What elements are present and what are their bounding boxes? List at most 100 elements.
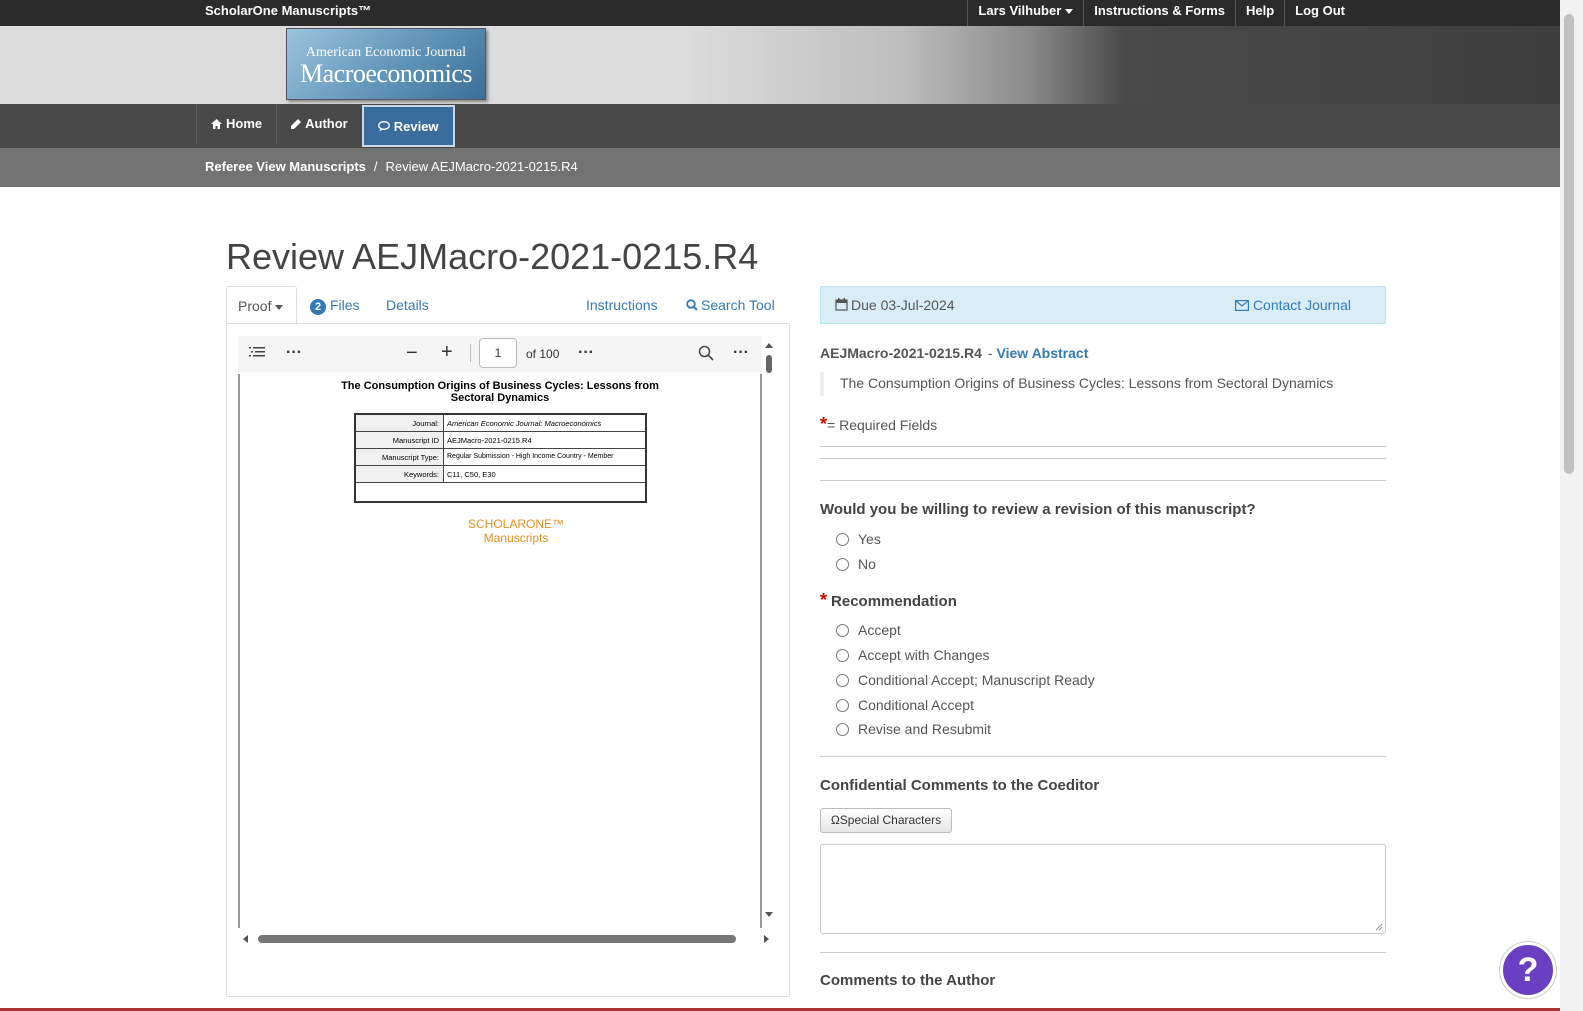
outline-icon[interactable] bbox=[249, 345, 265, 362]
dash-separator: - bbox=[987, 345, 993, 361]
help-chat-button[interactable]: ? bbox=[1500, 942, 1556, 998]
special-characters-button[interactable]: ΩSpecial Characters bbox=[820, 808, 952, 833]
instructions-link[interactable]: Instructions bbox=[586, 297, 658, 313]
calendar-icon bbox=[835, 298, 848, 311]
divider bbox=[820, 756, 1386, 757]
table-value: C11, C50, E30 bbox=[447, 470, 496, 479]
radio-label: Conditional Accept bbox=[858, 697, 974, 713]
radio-label: Yes bbox=[858, 531, 881, 547]
toolbar-divider bbox=[470, 344, 471, 362]
radio-revise-resubmit[interactable]: Revise and Resubmit bbox=[836, 721, 991, 737]
page-scrollbar[interactable] bbox=[1560, 0, 1583, 1011]
tab-files-label: Files bbox=[330, 297, 360, 313]
recommendation-question: * Recommendation bbox=[820, 590, 957, 611]
nav-home[interactable]: Home bbox=[196, 104, 276, 144]
user-menu[interactable]: Lars Vilhuber bbox=[967, 0, 1083, 26]
due-date: Due 03-Jul-2024 bbox=[835, 297, 955, 313]
instructions-forms-link[interactable]: Instructions & Forms bbox=[1083, 0, 1235, 26]
radio-label: Accept with Changes bbox=[858, 647, 990, 663]
document-title: The Consumption Origins of Business Cycl… bbox=[240, 380, 760, 404]
radio-label: Accept bbox=[858, 622, 901, 638]
page-scrollbar-thumb[interactable] bbox=[1564, 14, 1574, 474]
radio-label: Conditional Accept; Manuscript Ready bbox=[858, 672, 1095, 688]
radio-button[interactable] bbox=[836, 557, 849, 571]
chevron-down-icon bbox=[1065, 9, 1074, 15]
home-icon bbox=[211, 119, 222, 129]
brand-name: ScholarOne Manuscripts™ bbox=[205, 3, 372, 18]
pdf-horizontal-scrollbar[interactable] bbox=[238, 932, 776, 946]
search-tool-label: Search Tool bbox=[701, 297, 775, 313]
table-value: American Economic Journal: Macroeconomic… bbox=[447, 419, 602, 428]
nav-author-label: Author bbox=[305, 116, 348, 131]
pencil-icon bbox=[291, 119, 302, 129]
radio-button[interactable] bbox=[836, 722, 849, 736]
nav-home-label: Home bbox=[226, 116, 263, 131]
question-icon: ? bbox=[1517, 951, 1539, 989]
contact-journal-link[interactable]: Contact Journal bbox=[1234, 297, 1351, 313]
breadcrumb-parent-link[interactable]: Referee View Manuscripts bbox=[205, 159, 366, 174]
more-options-right-icon[interactable]: ··· bbox=[733, 344, 749, 362]
radio-accept[interactable]: Accept bbox=[836, 622, 901, 638]
manuscript-info-table: Journal: American Economic Journal: Macro… bbox=[354, 413, 647, 503]
resize-handle-icon[interactable] bbox=[1375, 923, 1383, 931]
table-key: Journal: bbox=[356, 415, 444, 431]
search-tool-link[interactable]: Search Tool bbox=[686, 297, 775, 313]
nav-author[interactable]: Author bbox=[276, 104, 362, 144]
pdf-toolbar: ··· − + 1 of 100 ··· ··· bbox=[238, 336, 762, 372]
required-fields-note: *= Required Fields bbox=[820, 414, 937, 435]
radio-no[interactable]: No bbox=[836, 556, 876, 572]
table-row: Manuscript Type: Regular Submission - Hig… bbox=[356, 449, 645, 466]
scholarone-logo-line1: SCHOLARONE™ bbox=[468, 517, 565, 531]
coeditor-comments-textarea[interactable] bbox=[820, 844, 1386, 934]
radio-conditional-accept[interactable]: Conditional Accept bbox=[836, 697, 974, 713]
zoom-in-icon[interactable]: + bbox=[441, 341, 453, 364]
page-number-input[interactable]: 1 bbox=[479, 338, 517, 368]
tab-proof[interactable]: Proof bbox=[226, 286, 297, 325]
logo-line2: Macroeconomics bbox=[299, 59, 473, 88]
breadcrumb-current: Review AEJMacro-2021-0215.R4 bbox=[385, 159, 578, 174]
radio-conditional-accept-ready[interactable]: Conditional Accept; Manuscript Ready bbox=[836, 672, 1095, 688]
table-value: AEJMacro-2021-0215.R4 bbox=[447, 436, 532, 445]
top-bar: ScholarOne Manuscripts™ Lars Vilhuber In… bbox=[0, 0, 1560, 26]
divider bbox=[820, 446, 1386, 447]
radio-button[interactable] bbox=[836, 623, 849, 637]
pdf-vertical-scrollbar[interactable] bbox=[762, 338, 776, 922]
tab-details[interactable]: Details bbox=[386, 297, 429, 313]
radio-button[interactable] bbox=[836, 698, 849, 712]
logout-link[interactable]: Log Out bbox=[1284, 0, 1355, 26]
document-title-line2: Sectoral Dynamics bbox=[450, 392, 550, 404]
radio-label: No bbox=[858, 556, 876, 572]
breadcrumb-separator: / bbox=[373, 159, 378, 174]
nav-review[interactable]: Review bbox=[361, 105, 455, 147]
radio-yes[interactable]: Yes bbox=[836, 531, 881, 547]
files-count-badge: 2 bbox=[310, 299, 326, 315]
top-nav: Lars Vilhuber Instructions & Forms Help … bbox=[967, 0, 1355, 26]
view-abstract-link[interactable]: View Abstract bbox=[997, 345, 1089, 361]
table-key: Keywords: bbox=[356, 466, 444, 482]
review-revision-question: Would you be willing to review a revisio… bbox=[820, 501, 1256, 518]
zoom-out-icon[interactable]: − bbox=[406, 342, 418, 365]
help-link[interactable]: Help bbox=[1235, 0, 1284, 26]
journal-banner: American Economic Journal Macroeconomics bbox=[0, 26, 1560, 104]
table-row: Manuscript ID AEJMacro-2021-0215.R4 bbox=[356, 432, 645, 449]
radio-button[interactable] bbox=[836, 532, 849, 546]
radio-button[interactable] bbox=[836, 648, 849, 662]
pdf-page: The Consumption Origins of Business Cycl… bbox=[238, 374, 762, 928]
radio-label: Revise and Resubmit bbox=[858, 721, 992, 737]
table-value: Regular Submission - High Income Country… bbox=[447, 453, 614, 460]
radio-accept-with-changes[interactable]: Accept with Changes bbox=[836, 647, 990, 663]
scholarone-logo: SCHOLARONE™ Manuscripts bbox=[468, 517, 564, 545]
radio-button[interactable] bbox=[836, 673, 849, 687]
divider bbox=[820, 480, 1386, 481]
find-icon[interactable] bbox=[698, 345, 714, 364]
coeditor-comments-label: Confidential Comments to the Coeditor bbox=[820, 777, 1100, 794]
required-star: * bbox=[820, 590, 828, 610]
table-key: Manuscript ID bbox=[356, 432, 444, 448]
viewer-tabs: Proof 2 Files Details Instructions Search… bbox=[226, 286, 790, 325]
more-options-left-icon[interactable]: ··· bbox=[286, 344, 302, 362]
main-nav: Home Author Review bbox=[0, 104, 1560, 148]
table-row: Keywords: C11, C50, E30 bbox=[356, 466, 645, 483]
more-options-middle-icon[interactable]: ··· bbox=[578, 344, 594, 362]
table-row: Journal: American Economic Journal: Macro… bbox=[356, 415, 645, 432]
tab-files[interactable]: 2 Files bbox=[310, 297, 360, 315]
